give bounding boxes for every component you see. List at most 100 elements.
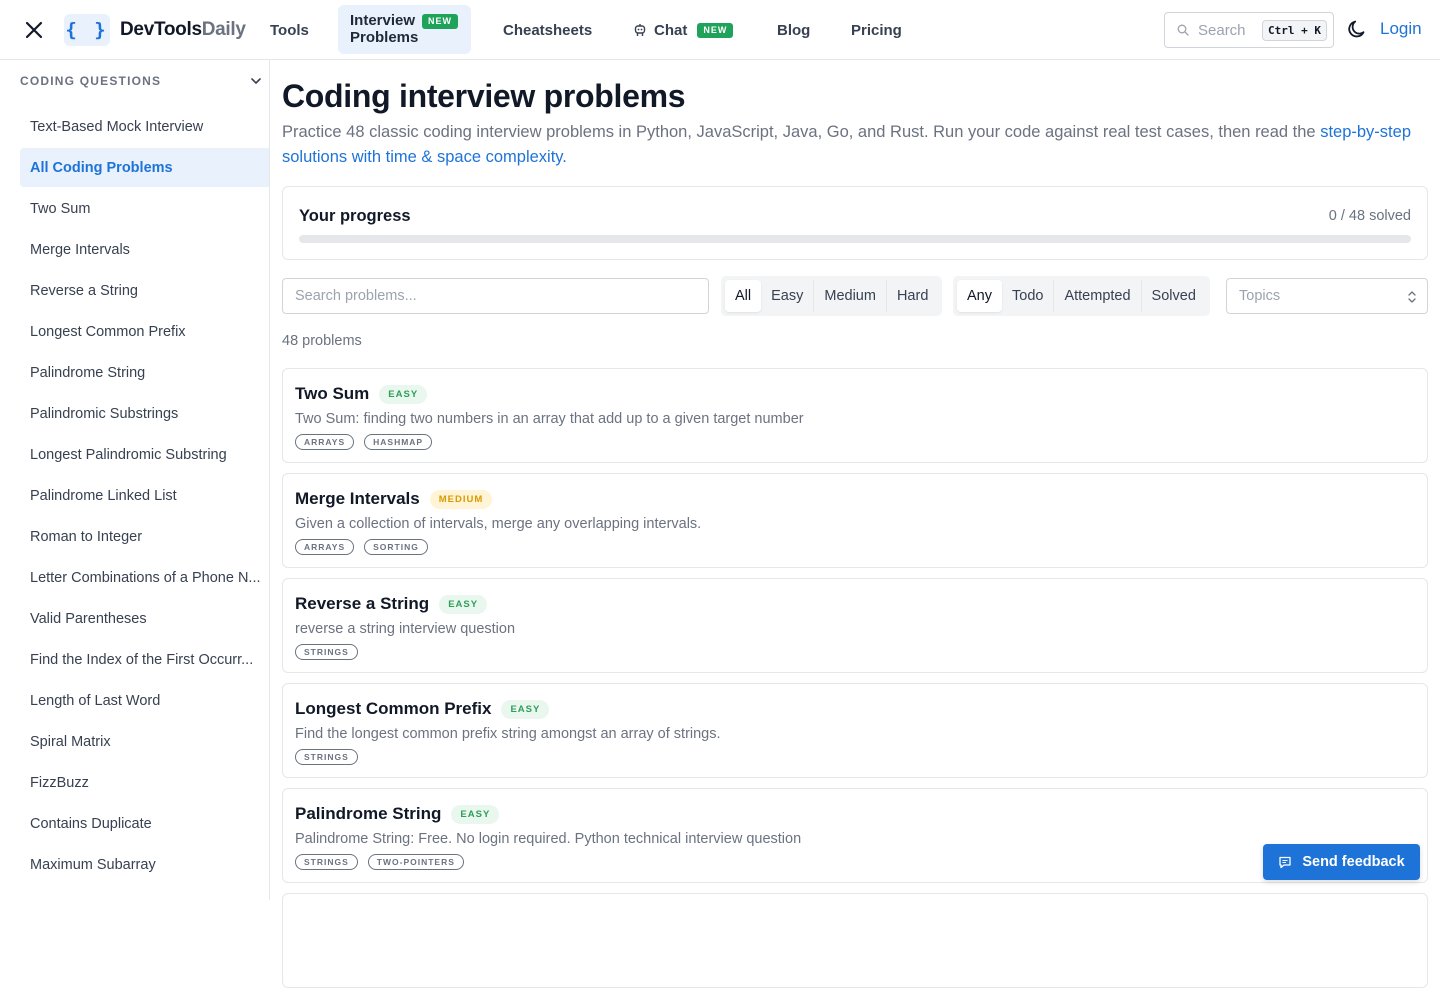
intro-body: Practice 48 classic coding interview pro…: [282, 123, 1321, 141]
sidebar-item[interactable]: Letter Combinations of a Phone N...: [20, 558, 269, 597]
problem-header: Two Sum EASY: [295, 384, 428, 404]
problem-card[interactable]: Merge Intervals MEDIUM Given a collection …: [282, 473, 1428, 568]
login-link[interactable]: Login: [1380, 19, 1422, 39]
status-option[interactable]: Attempted: [1054, 280, 1142, 312]
topics-placeholder: Topics: [1239, 288, 1281, 304]
problem-card[interactable]: [282, 893, 1428, 988]
sidebar-item[interactable]: FizzBuzz: [20, 763, 269, 802]
tag-list: STRINGS: [295, 644, 368, 660]
difficulty-badge: EASY: [501, 699, 550, 719]
difficulty-badge: MEDIUM: [429, 489, 493, 509]
problem-header: Merge Intervals MEDIUM: [295, 489, 493, 509]
sidebar-item[interactable]: Palindrome String: [20, 353, 269, 392]
logo-accent: Daily: [201, 19, 246, 40]
nav-blog[interactable]: Blog: [777, 0, 810, 60]
topic-tag[interactable]: ARRAYS: [295, 434, 355, 450]
nav-chat[interactable]: Chat NEW: [633, 0, 734, 60]
progress-bar: [299, 235, 1411, 243]
global-search[interactable]: Search Ctrl + K: [1164, 12, 1334, 48]
nav-interview-problems[interactable]: Interview Problems NEW: [338, 5, 471, 54]
difficulty-filter: All Easy Medium Hard: [721, 276, 943, 316]
problem-title[interactable]: Merge Intervals: [295, 489, 420, 509]
logo[interactable]: { } DevToolsDaily: [64, 14, 246, 46]
sidebar-item[interactable]: Find the Index of the First Occurr...: [20, 640, 269, 679]
chat-bot-icon: [634, 24, 646, 36]
sidebar-item[interactable]: Roman to Integer: [20, 517, 269, 556]
sidebar-item[interactable]: Length of Last Word: [20, 681, 269, 720]
progress-label: Your progress: [299, 207, 411, 225]
sidebar-item[interactable]: Reverse a String: [20, 271, 269, 310]
topic-tag[interactable]: HASHMAP: [364, 434, 433, 450]
topics-select[interactable]: Topics: [1226, 278, 1428, 314]
sidebar-list: Text-Based Mock Interview All Coding Prob…: [20, 107, 269, 886]
send-feedback-button[interactable]: Send feedback: [1263, 844, 1420, 880]
problem-title[interactable]: Palindrome String: [295, 804, 441, 824]
problem-description: reverse a string interview question: [295, 621, 516, 637]
page-title: Coding interview problems: [282, 78, 686, 114]
status-option[interactable]: Any: [957, 280, 1002, 312]
progress-card: Your progress 0 / 48 solved: [282, 186, 1428, 260]
difficulty-option[interactable]: All: [725, 280, 762, 312]
problem-card[interactable]: Longest Common Prefix EASY Find the longes…: [282, 683, 1428, 778]
send-feedback-label: Send feedback: [1302, 854, 1405, 870]
sidebar-item[interactable]: Spiral Matrix: [20, 722, 269, 761]
topic-tag[interactable]: STRINGS: [295, 854, 358, 870]
status-option[interactable]: Solved: [1142, 280, 1206, 312]
tag-list: ARRAYS HASHMAP: [295, 434, 442, 450]
difficulty-option[interactable]: Easy: [761, 280, 815, 312]
problem-description: Palindrome String: Free. No login requir…: [295, 831, 802, 847]
topic-tag[interactable]: SORTING: [364, 539, 428, 555]
sidebar-item[interactable]: Text-Based Mock Interview: [20, 107, 269, 146]
problem-count: 48 problems: [282, 333, 362, 349]
moon-icon[interactable]: [1346, 18, 1368, 40]
nav-pricing[interactable]: Pricing: [851, 0, 902, 60]
sidebar-item[interactable]: Two Sum: [20, 189, 269, 228]
search-icon: [1177, 24, 1189, 36]
problem-title[interactable]: Longest Common Prefix: [295, 699, 491, 719]
problem-header: Longest Common Prefix EASY: [295, 699, 550, 719]
topic-tag[interactable]: STRINGS: [295, 749, 358, 765]
sidebar-item[interactable]: Contains Duplicate: [20, 804, 269, 843]
problem-search-input[interactable]: [282, 278, 709, 314]
problem-title[interactable]: Reverse a String: [295, 594, 429, 614]
topic-tag[interactable]: STRINGS: [295, 644, 358, 660]
topic-tag[interactable]: TWO-POINTERS: [367, 854, 464, 870]
nav-chat-label: Chat: [654, 21, 688, 39]
top-header: { } DevToolsDaily Tools Interview Proble…: [0, 0, 1440, 60]
difficulty-badge: EASY: [439, 594, 488, 614]
problem-card[interactable]: Two Sum EASY Two Sum: finding two numbers …: [282, 368, 1428, 463]
difficulty-badge: EASY: [379, 384, 428, 404]
sidebar-item[interactable]: Maximum Subarray: [20, 845, 269, 884]
problem-card[interactable]: Reverse a String EASY reverse a string int…: [282, 578, 1428, 673]
difficulty-option[interactable]: Hard: [887, 280, 938, 312]
problem-description: Given a collection of intervals, merge a…: [295, 516, 702, 532]
chevron-down-icon[interactable]: [249, 74, 263, 88]
sidebar-item[interactable]: Valid Parentheses: [20, 599, 269, 638]
new-badge: NEW: [697, 22, 734, 38]
difficulty-option[interactable]: Medium: [814, 280, 887, 312]
sidebar-item[interactable]: All Coding Problems: [20, 148, 269, 187]
topic-tag[interactable]: ARRAYS: [295, 539, 355, 555]
nav-tools[interactable]: Tools: [270, 0, 309, 60]
sidebar-item[interactable]: Merge Intervals: [20, 230, 269, 269]
status-filter: Any Todo Attempted Solved: [953, 276, 1210, 316]
sidebar-item[interactable]: Palindrome Linked List: [20, 476, 269, 515]
problem-title[interactable]: Two Sum: [295, 384, 369, 404]
tag-list: ARRAYS SORTING: [295, 539, 438, 555]
logo-primary: DevTools: [120, 19, 202, 40]
chevron-up-down-icon: [1408, 291, 1416, 303]
problem-header: Palindrome String EASY: [295, 804, 500, 824]
progress-count: 0 / 48 solved: [1328, 208, 1411, 224]
sidebar-item[interactable]: Palindromic Substrings: [20, 394, 269, 433]
nav-interview-line2: Problems: [350, 29, 419, 46]
logo-mark: { }: [64, 14, 110, 46]
problem-header: Reverse a String EASY: [295, 594, 488, 614]
new-badge: NEW: [422, 14, 458, 29]
status-option[interactable]: Todo: [1002, 280, 1055, 312]
sidebar-section-title: CODING QUESTIONS: [20, 74, 162, 88]
sidebar-item[interactable]: Longest Common Prefix: [20, 312, 269, 351]
nav-cheatsheets[interactable]: Cheatsheets: [503, 0, 592, 60]
problem-card[interactable]: Palindrome String EASY Palindrome String: …: [282, 788, 1428, 883]
close-icon[interactable]: [22, 18, 46, 42]
sidebar-item[interactable]: Longest Palindromic Substring: [20, 435, 269, 474]
